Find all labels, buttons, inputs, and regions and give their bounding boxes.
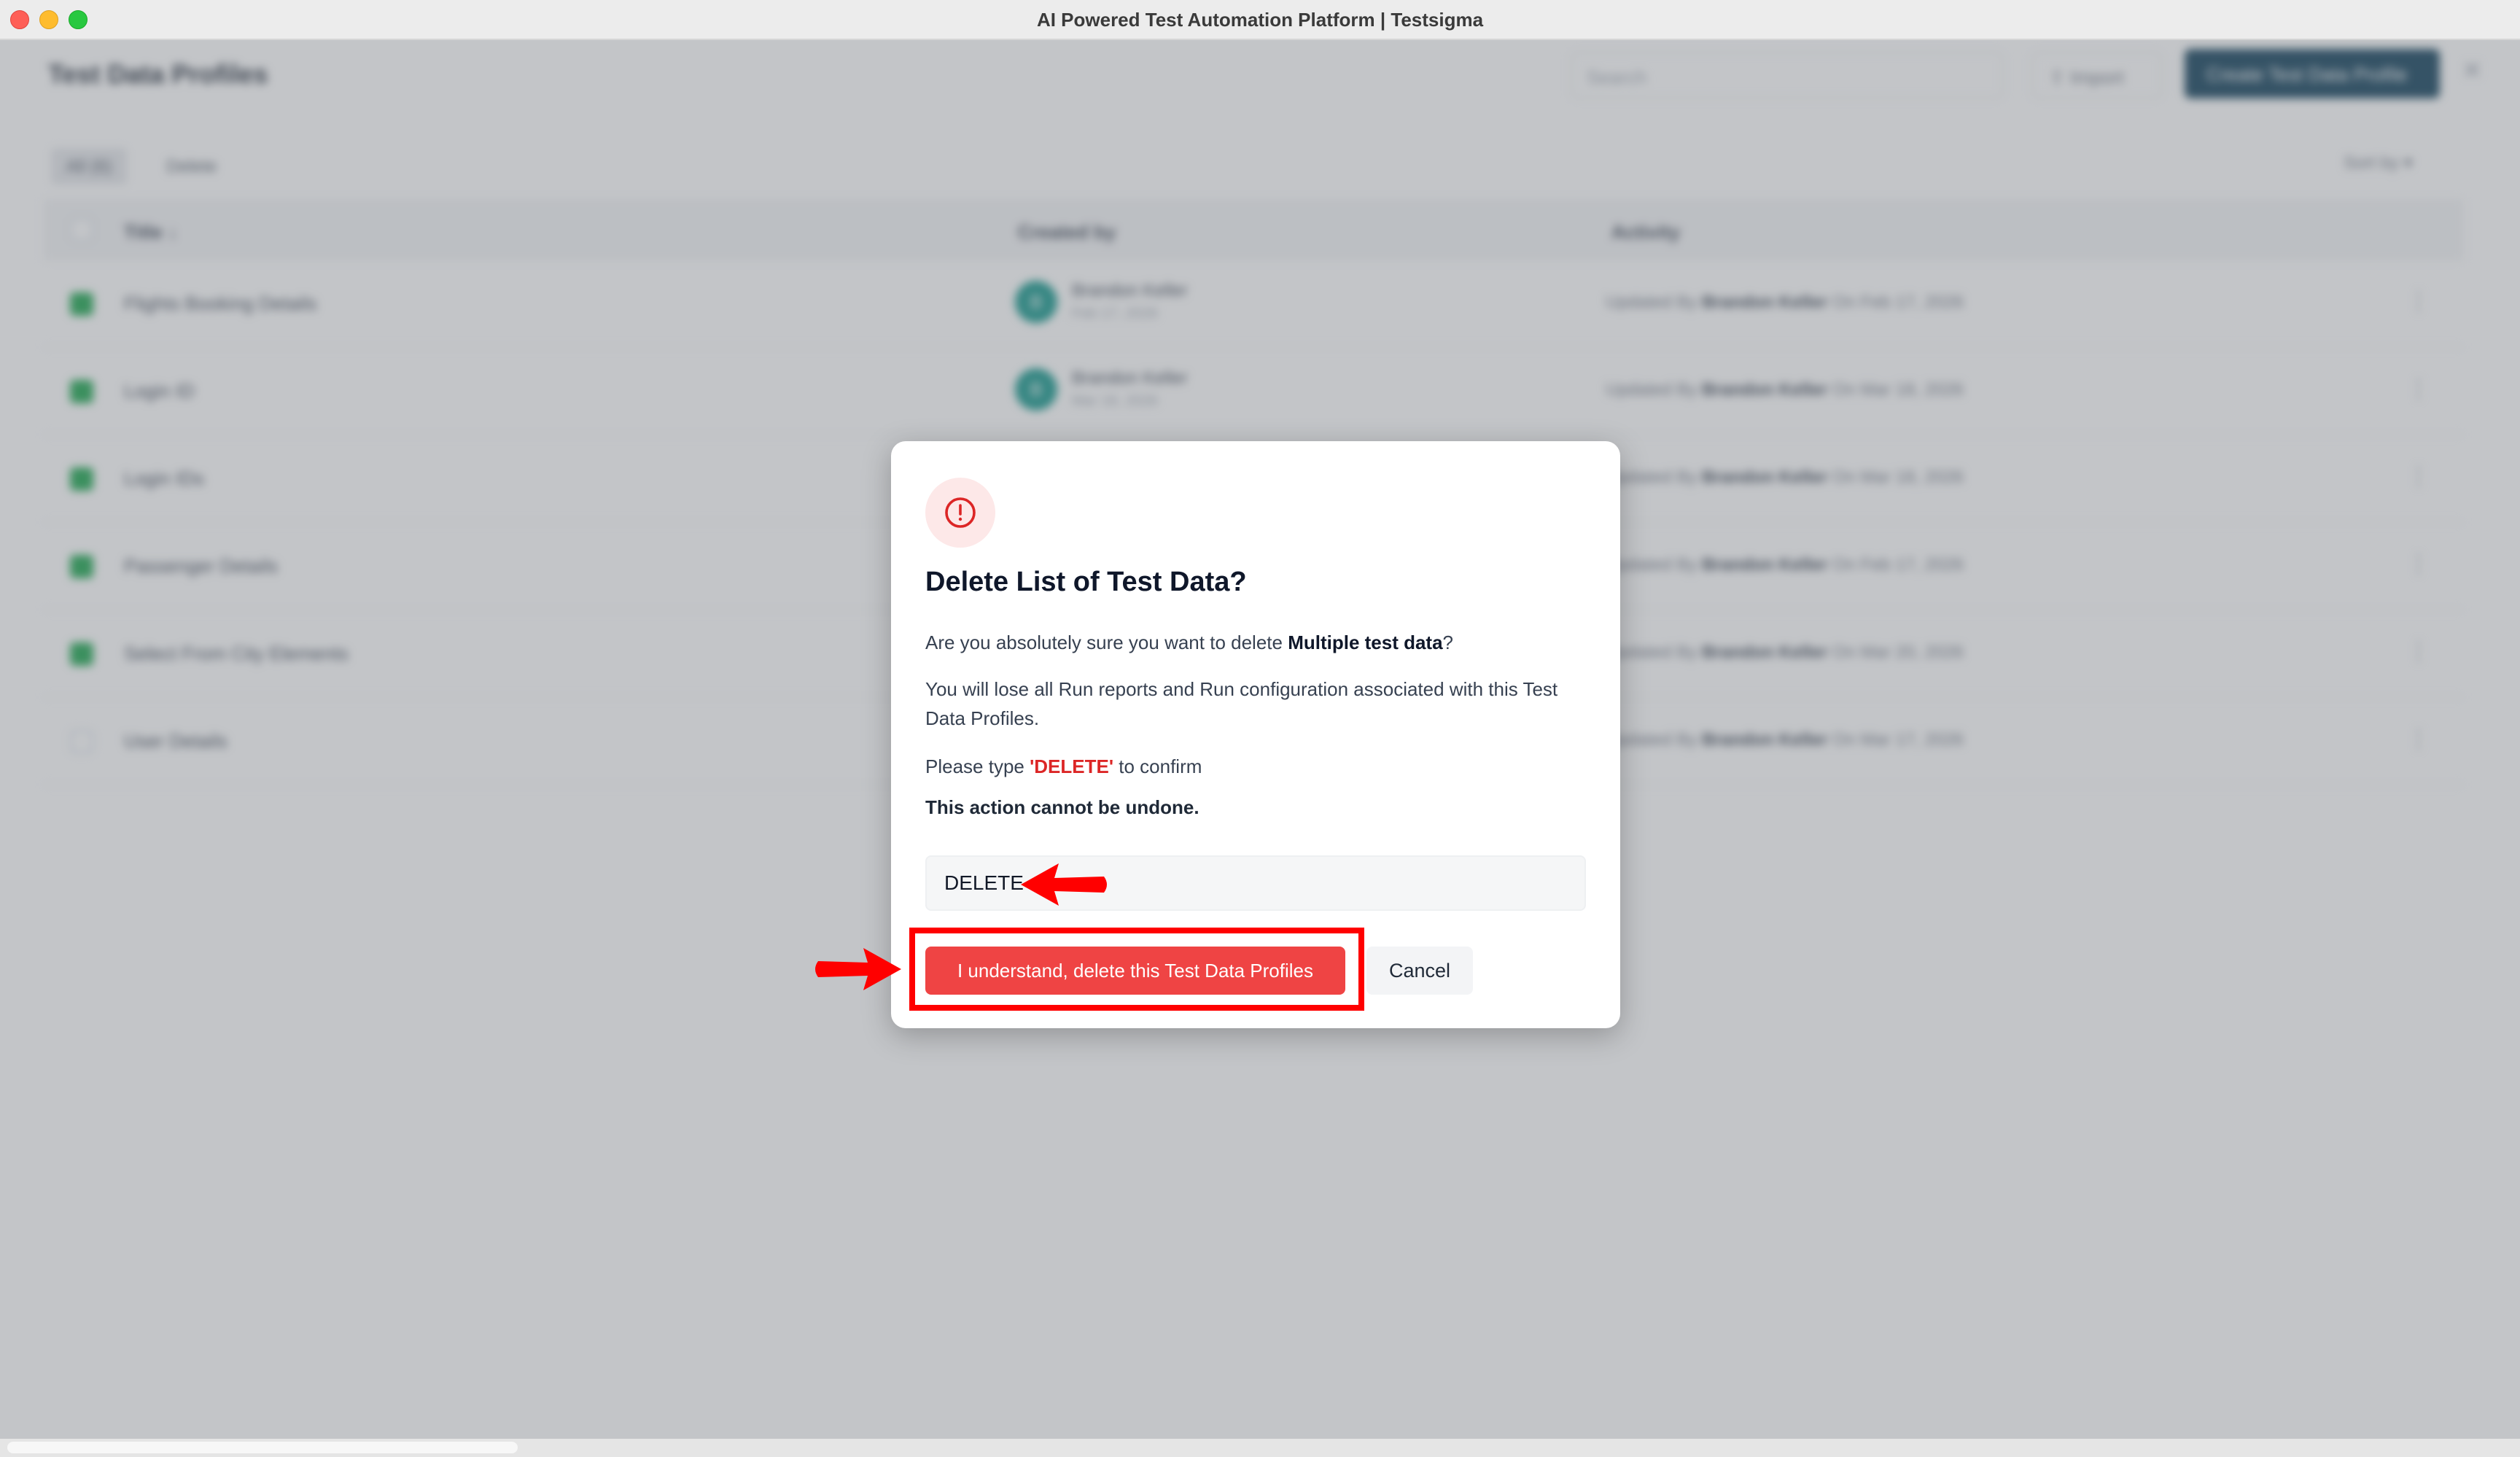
type-to-confirm-instruction: Please type 'DELETE' to confirm — [925, 755, 1202, 777]
arrow-pointing-left-annotation — [1021, 863, 1107, 906]
dialog-title: Delete List of Test Data? — [925, 567, 1247, 597]
scrollbar-thumb[interactable] — [7, 1442, 518, 1453]
window-title: AI Powered Test Automation Platform | Te… — [1036, 9, 1484, 31]
cancel-button[interactable]: Cancel — [1366, 947, 1473, 995]
highlight-box-annotation — [909, 928, 1364, 1011]
window-titlebar: AI Powered Test Automation Platform | Te… — [0, 0, 2520, 40]
confirm-question: Are you absolutely sure you want to dele… — [925, 632, 1454, 653]
irreversible-warning: This action cannot be undone. — [925, 796, 1199, 818]
horizontal-scrollbar[interactable] — [0, 1439, 2520, 1457]
warning-icon-badge — [925, 478, 995, 548]
exclamation-circle-icon — [945, 497, 976, 528]
arrow-pointing-right-annotation — [815, 948, 901, 990]
warning-message: You will lose all Run reports and Run co… — [925, 678, 1558, 729]
